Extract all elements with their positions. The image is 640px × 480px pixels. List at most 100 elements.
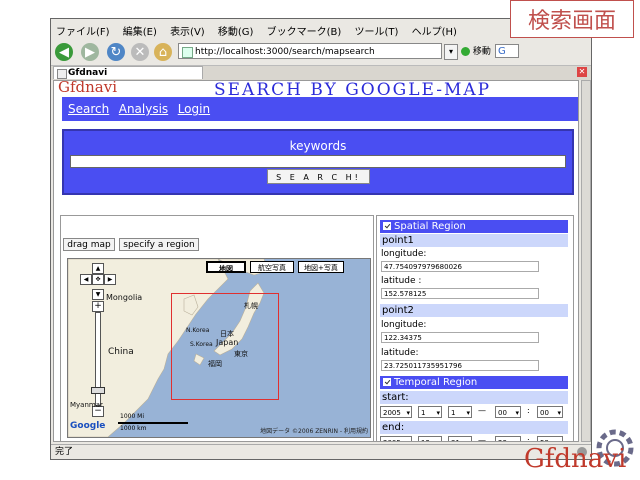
label-china: China xyxy=(108,347,134,357)
tab-bar: Gfdnavi ✕ xyxy=(51,65,591,80)
label-myanmar: Myanmar xyxy=(70,401,103,409)
region-panel: Spatial Region point1 longitude: 47.7540… xyxy=(376,215,574,442)
menu-view[interactable]: 表示(V) xyxy=(165,21,210,40)
end-day-select[interactable]: 31 xyxy=(448,436,472,441)
link-analysis[interactable]: Analysis xyxy=(119,102,168,116)
link-search[interactable]: Search xyxy=(68,102,109,116)
nav-link-bar: Search Analysis Login xyxy=(62,97,578,121)
temporal-region-header: Temporal Region xyxy=(380,376,568,389)
tab-title: Gfdnavi xyxy=(68,68,108,78)
page-viewport: Gfdnavi SEARCH BY GOOGLE-MAP Search Anal… xyxy=(53,80,579,442)
start-month-select[interactable]: 1 xyxy=(418,406,442,419)
navigation-toolbar: ◀ ▶ ↻ ✕ ⌂ http://localhost:3000/search/m… xyxy=(51,41,591,63)
vertical-scrollbar[interactable] xyxy=(581,80,591,442)
start-minute-select[interactable]: 00 xyxy=(537,406,563,419)
map-type-satellite[interactable]: 航空写真 xyxy=(250,261,294,273)
go-button[interactable]: 移動 xyxy=(461,44,491,57)
label-tokyo: 東京 xyxy=(234,350,248,358)
point2-longitude-label: longitude: xyxy=(381,320,427,330)
google-logo: Google xyxy=(70,421,106,431)
stop-icon[interactable]: ✕ xyxy=(131,43,149,61)
point1-longitude-field[interactable]: 47.754097979680026 xyxy=(381,261,539,272)
drag-map-button[interactable]: drag map xyxy=(63,238,115,251)
label-sapporo: 札幌 xyxy=(244,302,258,310)
url-bar[interactable]: http://localhost:3000/search/mapsearch xyxy=(178,43,442,59)
specify-region-button[interactable]: specify a region xyxy=(119,238,199,251)
label-mongolia: Mongolia xyxy=(106,293,143,302)
slide-title: 検索画面 xyxy=(510,0,634,38)
end-year-select[interactable]: 2005 xyxy=(380,436,412,441)
tab-gfdnavi[interactable]: Gfdnavi xyxy=(53,66,203,79)
menu-bookmarks[interactable]: ブックマーク(B) xyxy=(262,21,347,40)
menu-tools[interactable]: ツール(T) xyxy=(350,21,404,40)
search-button[interactable]: S E A R C H! xyxy=(267,169,370,184)
label-south-korea: S.Korea xyxy=(190,341,213,348)
point2-latitude-field[interactable]: 23.725011735951796 xyxy=(381,360,539,371)
forward-icon[interactable]: ▶ xyxy=(81,43,99,61)
close-tab-icon[interactable]: ✕ xyxy=(577,67,587,77)
pan-up-icon[interactable]: ▲ xyxy=(92,263,104,274)
temporal-region-checkbox[interactable] xyxy=(383,378,391,386)
keywords-panel: keywords S E A R C H! xyxy=(62,129,574,195)
label-fukuoka: 福岡 xyxy=(208,360,222,368)
point1-latitude-field[interactable]: 152.578125 xyxy=(381,288,539,299)
start-year-select[interactable]: 2005 xyxy=(380,406,412,419)
map-section: drag map specify a region 地図 航空写真 地図+写真 … xyxy=(60,215,374,441)
start-colon: : xyxy=(527,406,530,415)
gfdnavi-logo: Gfdnavi xyxy=(58,80,118,96)
label-japan: Japan xyxy=(216,338,239,347)
browser-window: ファイル(F) 編集(E) 表示(V) 移動(G) ブックマーク(B) ツール(… xyxy=(50,18,592,460)
url-history-dropdown[interactable]: ▾ xyxy=(444,44,458,60)
pan-right-icon[interactable]: ▶ xyxy=(104,274,116,285)
spatial-region-checkbox[interactable] xyxy=(383,222,391,230)
pan-left-icon[interactable]: ◀ xyxy=(80,274,92,285)
reload-icon[interactable]: ↻ xyxy=(107,43,125,61)
label-north-korea: N.Korea xyxy=(186,327,210,334)
keywords-input[interactable] xyxy=(70,155,566,168)
pan-down-icon[interactable]: ▼ xyxy=(92,289,104,300)
menu-help[interactable]: ヘルプ(H) xyxy=(407,21,462,40)
point2-longitude-field[interactable]: 122.34375 xyxy=(381,332,539,343)
end-month-select[interactable]: 12 xyxy=(418,436,442,441)
point1-latitude-label: latitude : xyxy=(381,276,422,286)
corner-logo: Gfdnavi xyxy=(520,424,640,480)
home-icon[interactable]: ⌂ xyxy=(154,43,172,61)
google-map[interactable]: 地図 航空写真 地図+写真 ▲ ◀ ✥ ▶ ▼ + − Mongolia Chi… xyxy=(67,258,371,438)
scale-miles: 1000 Mi xyxy=(120,413,145,420)
point1-longitude-label: longitude: xyxy=(381,249,427,259)
map-pan-control[interactable]: ▲ ◀ ✥ ▶ xyxy=(78,263,118,287)
zoom-in-icon[interactable]: + xyxy=(92,301,104,312)
spatial-region-header: Spatial Region xyxy=(380,220,568,233)
map-type-hybrid[interactable]: 地図+写真 xyxy=(298,261,344,273)
start-hour-select[interactable]: 00 xyxy=(495,406,521,419)
spatial-region-title: Spatial Region xyxy=(394,221,466,232)
start-dash: — xyxy=(478,406,486,415)
link-login[interactable]: Login xyxy=(178,102,210,116)
scale-bar xyxy=(118,422,188,424)
map-copyright: 地図データ ©2006 ZENRIN - 利用規約 xyxy=(260,428,368,435)
status-text: 完了 xyxy=(55,447,74,457)
temporal-region-title: Temporal Region xyxy=(394,377,478,388)
map-type-map[interactable]: 地図 xyxy=(206,261,246,273)
pan-center-icon[interactable]: ✥ xyxy=(92,274,104,285)
start-header: start: xyxy=(380,391,568,404)
start-day-select[interactable]: 1 xyxy=(448,406,472,419)
point2-header: point2 xyxy=(380,304,568,317)
back-icon[interactable]: ◀ xyxy=(55,43,73,61)
url-text: http://localhost:3000/search/mapsearch xyxy=(195,47,375,57)
corner-logo-text: Gfdnavi xyxy=(524,444,627,474)
end-hour-select[interactable]: 23 xyxy=(495,436,521,441)
end-dash: — xyxy=(478,436,486,442)
go-label: 移動 xyxy=(472,47,491,57)
point2-latitude-label: latitude: xyxy=(381,348,419,358)
zoom-slider-handle[interactable] xyxy=(91,387,105,394)
tab-favicon xyxy=(57,69,67,79)
status-bar: 完了 xyxy=(51,444,591,459)
page-icon xyxy=(182,47,193,58)
menu-edit[interactable]: 編集(E) xyxy=(118,21,162,40)
web-search-box[interactable]: G xyxy=(495,44,519,58)
menu-file[interactable]: ファイル(F) xyxy=(51,21,115,40)
menu-go[interactable]: 移動(G) xyxy=(213,21,259,40)
scale-km: 1000 km xyxy=(120,425,147,432)
go-icon xyxy=(461,47,470,56)
